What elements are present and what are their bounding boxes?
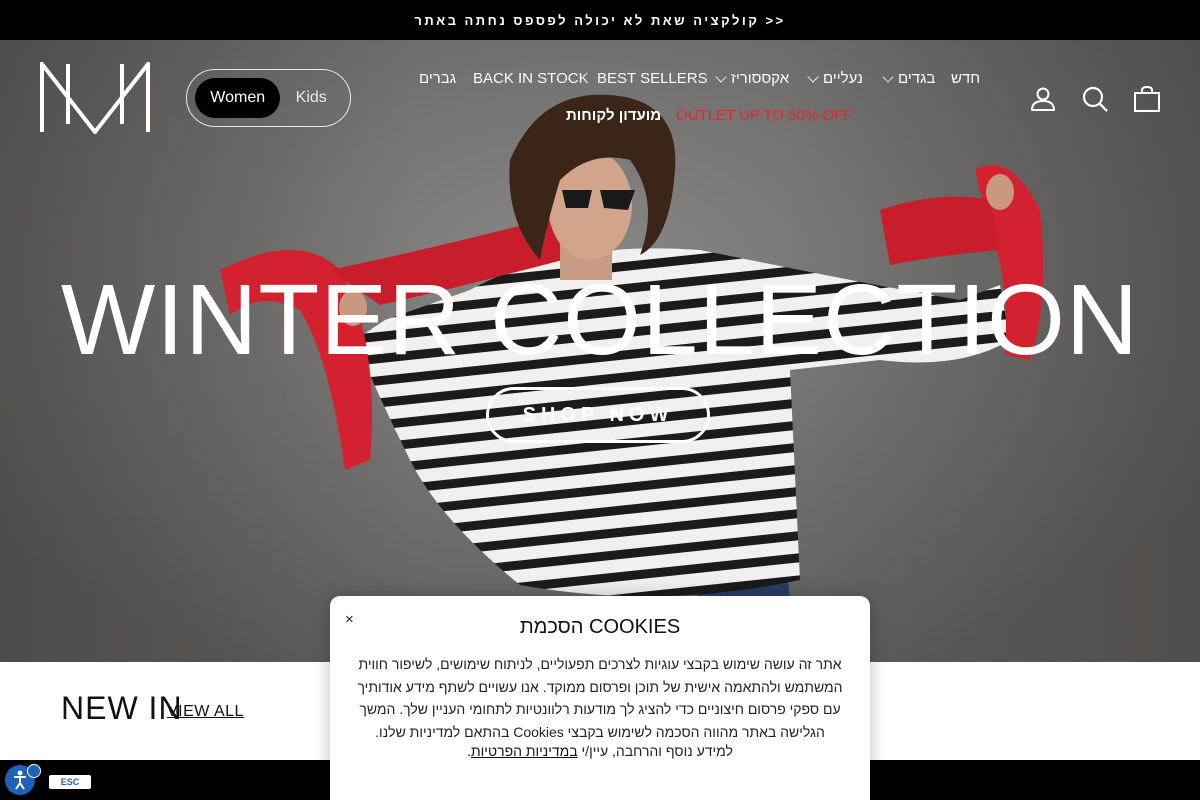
- nav-shoes-label[interactable]: נעליים: [823, 70, 863, 87]
- check-icon: [27, 764, 41, 778]
- chevron-down-icon: [715, 70, 727, 83]
- search-icon[interactable]: [1081, 85, 1109, 113]
- nav-back-in-stock[interactable]: BACK IN STOCK: [473, 70, 589, 87]
- nav-new[interactable]: חדש: [951, 70, 980, 87]
- nav-outlet[interactable]: OUTLET UP TO 50% OFF: [676, 107, 852, 124]
- new-in-title: NEW IN: [61, 690, 183, 726]
- cookie-consent-dialog[interactable]: × הסכמת COOKIES אתר זה עושה שימוש בקבצי …: [330, 596, 870, 800]
- chevron-down-icon: [882, 70, 894, 83]
- nav-clothing-label[interactable]: בגדים: [898, 70, 935, 87]
- nav-accessories-label[interactable]: אקססוריז: [731, 70, 789, 87]
- nav-men-label[interactable]: גברים: [419, 70, 456, 87]
- nav-clothing[interactable]: בגדים: [882, 70, 935, 87]
- nav-club[interactable]: מועדון לקוחות: [566, 107, 661, 124]
- cookie-more-info: למידע נוסף והרחבה, עיין/י במדיניות הפרטי…: [330, 743, 870, 759]
- hero-headline: WINTER COLLECTION: [60, 264, 1140, 376]
- toggle-women[interactable]: Women: [195, 78, 281, 118]
- announcement-text[interactable]: קולקציה שאת לא יכולה לפספס נחתה באתר >>: [414, 13, 785, 28]
- brand-logo[interactable]: [40, 62, 152, 134]
- nav-back-in-stock-label[interactable]: BACK IN STOCK: [473, 70, 589, 87]
- cart-icon[interactable]: [1133, 85, 1161, 113]
- account-icon[interactable]: [1029, 85, 1057, 113]
- toggle-kids[interactable]: Kids: [280, 78, 342, 118]
- nav-best-sellers-label[interactable]: BEST SELLERS: [597, 70, 708, 87]
- nav-outlet-label[interactable]: OUTLET UP TO 50% OFF: [676, 107, 852, 124]
- chevron-down-icon: [807, 70, 819, 83]
- announcement-bar[interactable]: קולקציה שאת לא יכולה לפספס נחתה באתר >>: [0, 0, 1200, 40]
- nav-best-sellers[interactable]: BEST SELLERS: [597, 70, 708, 87]
- esc-badge[interactable]: ESC: [49, 775, 91, 789]
- nav-new-label[interactable]: חדש: [951, 70, 980, 87]
- nav-men[interactable]: גברים: [419, 70, 456, 87]
- shop-now-button[interactable]: SHOP NOW: [486, 387, 710, 443]
- nav-accessories[interactable]: אקססוריז: [715, 70, 789, 87]
- privacy-policy-link[interactable]: במדיניות הפרטיות: [471, 743, 578, 759]
- gender-toggle[interactable]: Women Kids: [186, 69, 351, 127]
- cookie-title: הסכמת COOKIES: [519, 616, 681, 638]
- cookie-more-prefix: למידע נוסף והרחבה, עיין/י: [577, 743, 733, 759]
- view-all-link[interactable]: VIEW ALL: [167, 703, 244, 721]
- nav-club-label[interactable]: מועדון לקוחות: [566, 107, 661, 124]
- cookie-body: אתר זה עושה שימוש בקבצי עוגיות לצרכים תפ…: [357, 656, 843, 740]
- nav-shoes[interactable]: נעליים: [807, 70, 863, 87]
